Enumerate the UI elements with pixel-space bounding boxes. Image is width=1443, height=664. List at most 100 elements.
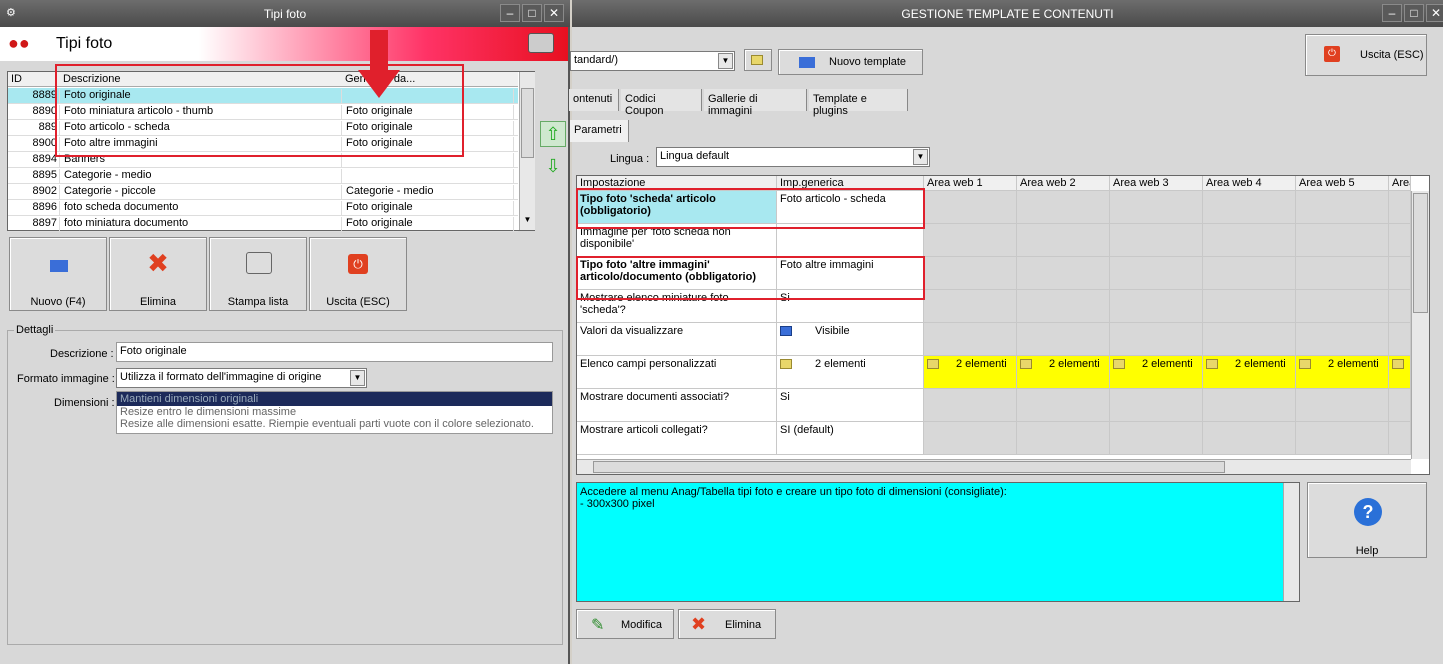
help-button[interactable]: ? Help (1307, 482, 1427, 558)
grid-area-cell[interactable] (1017, 290, 1110, 323)
close-button[interactable]: ✕ (544, 4, 564, 22)
grid-area-cell[interactable] (924, 389, 1017, 422)
grid-area-cell[interactable]: 2 elementi (1110, 356, 1203, 389)
grid-area-cell[interactable] (1017, 389, 1110, 422)
move-down-button[interactable]: ⇩ (540, 154, 566, 180)
grid-area-cell[interactable] (924, 422, 1017, 455)
note-area[interactable]: Accedere al menu Anag/Tabella tipi foto … (576, 482, 1300, 602)
grid-area-cell[interactable] (1203, 290, 1296, 323)
grid-hscroll-thumb[interactable] (593, 461, 1225, 473)
grid-area-cell[interactable] (1296, 389, 1389, 422)
grid-setting-value[interactable]: Visibile (777, 323, 924, 356)
grid-column-header[interactable]: Area (1389, 176, 1411, 191)
new-template-button[interactable]: Nuovo template (778, 49, 923, 75)
template-select[interactable]: tandard/) ▼ (570, 51, 735, 71)
grid-area-cell[interactable] (1389, 224, 1411, 257)
grid-scrollbar-v[interactable] (1411, 191, 1429, 459)
grid-area-cell[interactable] (924, 191, 1017, 224)
grid-area-cell[interactable] (1110, 224, 1203, 257)
tab-contents[interactable]: ontenuti (569, 89, 619, 111)
exit-button-right[interactable]: ⏻ Uscita (ESC) (1305, 34, 1427, 76)
grid-area-cell[interactable] (1203, 257, 1296, 290)
scroll-thumb[interactable] (521, 88, 534, 158)
grid-scroll-thumb[interactable] (1413, 193, 1428, 313)
grid-column-header[interactable]: Area web 3 (1110, 176, 1203, 191)
grid-area-cell[interactable] (924, 290, 1017, 323)
grid-area-cell[interactable] (924, 323, 1017, 356)
description-input[interactable]: Foto originale (116, 342, 553, 362)
chevron-down-icon[interactable]: ▼ (913, 149, 928, 165)
tab-coupon-codes[interactable]: Codici Coupon (621, 89, 702, 117)
maximize-button[interactable]: □ (1404, 4, 1424, 22)
grid-area-cell[interactable]: 2 elementi (1017, 356, 1110, 389)
grid-area-cell[interactable] (1203, 323, 1296, 356)
exit-button[interactable]: ⏻ Uscita (ESC) (309, 237, 407, 311)
grid-area-cell[interactable] (1296, 191, 1389, 224)
close-button[interactable]: ✕ (1426, 4, 1443, 22)
grid-area-cell[interactable] (1296, 224, 1389, 257)
chevron-down-icon[interactable]: ▼ (350, 370, 365, 386)
grid-area-cell[interactable] (1110, 290, 1203, 323)
grid-area-cell[interactable] (1110, 422, 1203, 455)
tab-template-plugins[interactable]: Template e plugins (809, 89, 908, 117)
grid-area-cell[interactable] (924, 224, 1017, 257)
grid-area-cell[interactable] (1017, 224, 1110, 257)
open-folder-button[interactable] (744, 49, 772, 71)
print-button[interactable]: Stampa lista (209, 237, 307, 311)
minimize-button[interactable]: – (1382, 4, 1402, 22)
tab-image-galleries[interactable]: Gallerie di immagini (704, 89, 807, 117)
table-row[interactable]: 8902 Categorie - piccole Categorie - medio (8, 184, 518, 200)
edit-button[interactable]: ✎ Modifica (576, 609, 674, 639)
grid-area-cell[interactable] (1110, 323, 1203, 356)
table-row[interactable]: 8897 foto miniatura documento Foto origina… (8, 216, 518, 232)
grid-area-cell[interactable] (1017, 422, 1110, 455)
table-scrollbar[interactable]: ▼ (519, 72, 535, 230)
table-row[interactable]: 8895 Categorie - medio (8, 168, 518, 184)
col-id[interactable]: ID (11, 73, 22, 85)
grid-area-cell[interactable] (1017, 191, 1110, 224)
grid-area-cell[interactable] (1203, 191, 1296, 224)
grid-area-cell[interactable] (1203, 224, 1296, 257)
grid-area-cell[interactable] (1296, 323, 1389, 356)
grid-column-header[interactable]: Area web 2 (1017, 176, 1110, 191)
grid-area-cell[interactable] (1296, 257, 1389, 290)
grid-area-cell[interactable] (924, 257, 1017, 290)
grid-area-cell[interactable] (1389, 290, 1411, 323)
grid-area-cell[interactable] (1203, 389, 1296, 422)
grid-area-cell[interactable] (1110, 191, 1203, 224)
delete-button-right[interactable]: ✖ Elimina (678, 609, 776, 639)
grid-area-cell[interactable] (1017, 257, 1110, 290)
minimize-button[interactable]: – (500, 4, 520, 22)
language-select[interactable]: Lingua default ▼ (656, 147, 930, 167)
grid-area-cell[interactable] (1203, 422, 1296, 455)
grid-area-cell[interactable] (1296, 290, 1389, 323)
chevron-down-icon[interactable]: ▼ (718, 53, 733, 69)
grid-area-cell[interactable] (1389, 422, 1411, 455)
grid-area-cell[interactable]: 2 elementi (924, 356, 1017, 389)
grid-area-cell[interactable] (1110, 389, 1203, 422)
grid-area-cell[interactable]: 2 elementi (1296, 356, 1389, 389)
grid-area-cell[interactable] (1389, 356, 1411, 389)
grid-area-cell[interactable] (1296, 422, 1389, 455)
grid-area-cell[interactable] (1110, 257, 1203, 290)
tab-parameters[interactable]: Parametri (570, 120, 629, 142)
grid-area-cell[interactable]: 2 elementi (1203, 356, 1296, 389)
grid-setting-value[interactable]: Si (777, 389, 924, 422)
delete-button[interactable]: ✖ Elimina (109, 237, 207, 311)
move-up-button[interactable]: ⇧ (540, 121, 566, 147)
note-scrollbar[interactable] (1283, 483, 1299, 601)
grid-area-cell[interactable] (1389, 323, 1411, 356)
new-button[interactable]: Nuovo (F4) (9, 237, 107, 311)
dimension-option-exact[interactable]: Resize alle dimensioni esatte. Riempie e… (117, 418, 552, 430)
grid-column-header[interactable]: Area web 1 (924, 176, 1017, 191)
scroll-down-icon[interactable]: ▼ (521, 215, 534, 229)
grid-scrollbar-h[interactable] (577, 459, 1411, 474)
dimensions-listbox[interactable]: Mantieni dimensioni originali Resize ent… (116, 391, 553, 434)
grid-column-header[interactable]: Area web 4 (1203, 176, 1296, 191)
grid-area-cell[interactable] (1389, 191, 1411, 224)
table-row[interactable]: 8896 foto scheda documento Foto originale (8, 200, 518, 216)
maximize-button[interactable]: □ (522, 4, 542, 22)
dimension-option-max[interactable]: Resize entro le dimensioni massime (117, 406, 552, 418)
grid-setting-value[interactable]: SI (default) (777, 422, 924, 455)
grid-area-cell[interactable] (1389, 389, 1411, 422)
